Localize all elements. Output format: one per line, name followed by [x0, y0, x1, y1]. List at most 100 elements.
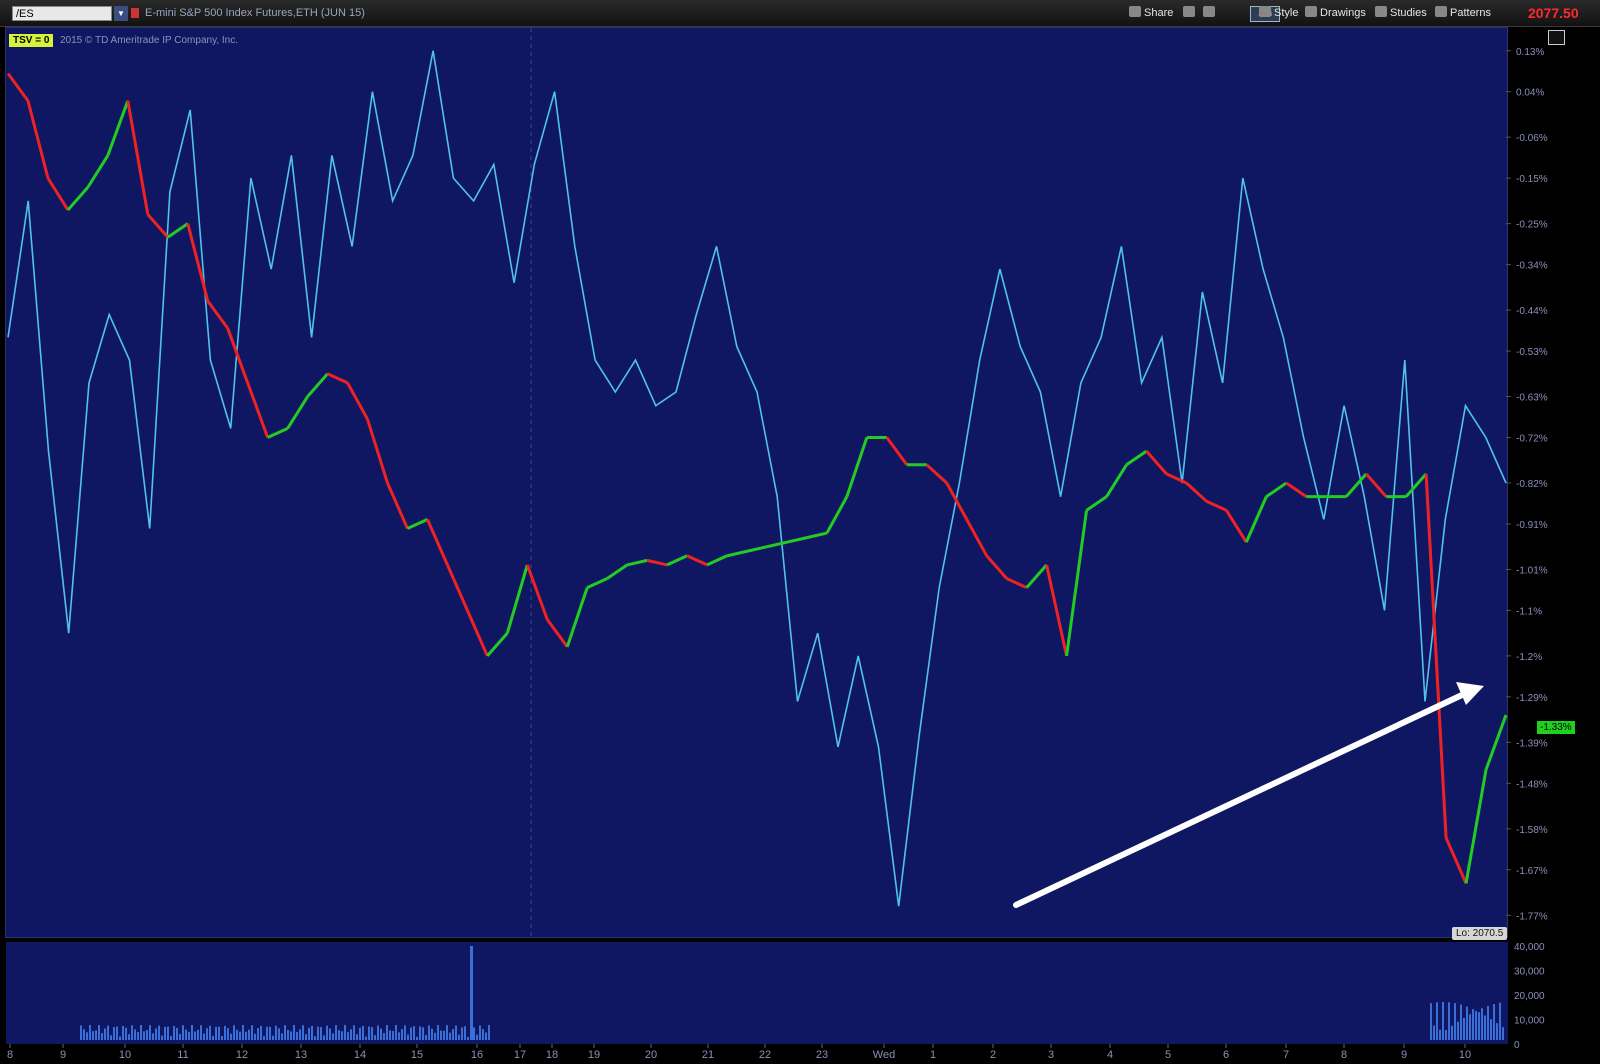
- volume-bar: [476, 1034, 478, 1040]
- volume-bar: [233, 1025, 235, 1040]
- volume-bar: [401, 1029, 403, 1040]
- volume-bar: [371, 1027, 373, 1040]
- price-segment: [806, 531, 828, 540]
- price-segment: [246, 382, 270, 439]
- y-tick-label: 0.04%: [1516, 88, 1544, 99]
- x-tick-label: 4: [1107, 1049, 1113, 1061]
- volume-bar: [368, 1026, 370, 1040]
- price-segment: [1105, 464, 1128, 498]
- volume-bar: [395, 1025, 397, 1040]
- x-tick-label: 17: [514, 1049, 526, 1061]
- tsv-study-badge[interactable]: TSV = 0: [9, 34, 54, 47]
- volume-bar: [230, 1033, 232, 1040]
- price-segment: [1085, 495, 1108, 512]
- volume-bar: [152, 1033, 154, 1040]
- volume-bar: [434, 1032, 436, 1040]
- price-segment: [1045, 564, 1069, 657]
- volume-bar: [386, 1025, 388, 1040]
- volume-bar: [335, 1025, 337, 1040]
- volume-bar: [176, 1027, 178, 1040]
- volume-bar: [191, 1025, 193, 1040]
- x-tick-label: 7: [1283, 1049, 1289, 1061]
- y-tick-label: 0.13%: [1516, 47, 1544, 58]
- volume-bar: [275, 1025, 277, 1040]
- volume-bar: [431, 1028, 433, 1040]
- volume-bar: [326, 1025, 328, 1040]
- price-segment: [766, 540, 788, 549]
- volume-bar: [134, 1029, 136, 1040]
- volume-bar: [95, 1030, 97, 1040]
- x-tick-label: 1: [930, 1049, 936, 1061]
- price-segment: [306, 372, 329, 398]
- volume-bar: [224, 1025, 226, 1040]
- expand-icon[interactable]: [1548, 30, 1565, 45]
- x-tick-label: 6: [1223, 1049, 1229, 1061]
- volume-bar: [422, 1027, 424, 1040]
- volume-bar: [1478, 1012, 1480, 1040]
- volume-bar: [1436, 1002, 1438, 1040]
- volume-bar: [212, 1035, 214, 1040]
- volume-bar: [344, 1025, 346, 1040]
- y-tick-label: -1.2%: [1516, 652, 1542, 663]
- volume-bar: [257, 1028, 259, 1040]
- price-segment: [786, 536, 808, 544]
- volume-bar: [197, 1029, 199, 1040]
- price-segment: [646, 558, 668, 567]
- y-tick-label: -0.63%: [1516, 393, 1548, 404]
- volume-bar: [86, 1032, 88, 1040]
- volume-bar: [389, 1030, 391, 1040]
- x-tick-label: 8: [7, 1049, 13, 1061]
- volume-bar: [464, 1026, 466, 1040]
- volume-bar: [161, 1035, 163, 1040]
- price-segment: [746, 545, 768, 553]
- volume-bar: [446, 1025, 448, 1040]
- price-segment: [446, 564, 469, 612]
- volume-bar: [119, 1036, 121, 1040]
- volume-tick-label: 20,000: [1514, 991, 1545, 1002]
- volume-bar: [83, 1029, 85, 1040]
- volume-bar: [158, 1025, 160, 1040]
- volume-bar: [341, 1031, 343, 1040]
- y-tick-label: -0.82%: [1516, 479, 1548, 490]
- volume-bar: [440, 1030, 442, 1040]
- volume-bar: [1496, 1023, 1498, 1040]
- volume-bar: [1460, 1004, 1462, 1040]
- volume-bar: [278, 1028, 280, 1040]
- volume-bar: [263, 1036, 265, 1040]
- price-segment: [206, 300, 229, 330]
- x-tick-label: 16: [471, 1049, 483, 1061]
- price-segment: [586, 577, 608, 590]
- x-tick-label: 19: [588, 1049, 600, 1061]
- price-segment: [706, 554, 728, 567]
- volume-bar: [1490, 1019, 1492, 1040]
- price-segment: [825, 495, 849, 534]
- price-segment: [565, 587, 589, 648]
- price-segment: [146, 213, 169, 239]
- x-tick-label: 8: [1341, 1049, 1347, 1061]
- price-segment: [1265, 481, 1288, 498]
- volume-bar: [194, 1031, 196, 1040]
- volume-bar: [1484, 1015, 1486, 1040]
- volume-bar: [482, 1028, 484, 1040]
- price-segment: [1185, 481, 1208, 503]
- volume-bar: [116, 1026, 118, 1040]
- x-tick-label: 11: [177, 1049, 188, 1061]
- volume-tick-label: 0: [1514, 1040, 1520, 1051]
- volume-bar: [443, 1030, 445, 1040]
- y-tick-label: -1.1%: [1516, 606, 1542, 617]
- volume-bar: [200, 1025, 202, 1040]
- price-segment: [1065, 510, 1089, 657]
- volume-bar: [1457, 1021, 1459, 1040]
- volume-bar: [173, 1025, 175, 1040]
- price-segment: [1025, 563, 1048, 589]
- volume-bar: [1454, 1003, 1456, 1040]
- volume-bar: [428, 1025, 430, 1040]
- volume-bar: [125, 1027, 127, 1040]
- volume-bar: [170, 1036, 172, 1040]
- volume-bar: [380, 1028, 382, 1040]
- volume-bar: [404, 1025, 406, 1040]
- volume-bar: [299, 1029, 301, 1040]
- price-segment: [186, 223, 210, 302]
- volume-bar: [140, 1025, 142, 1040]
- price-segment: [426, 518, 449, 566]
